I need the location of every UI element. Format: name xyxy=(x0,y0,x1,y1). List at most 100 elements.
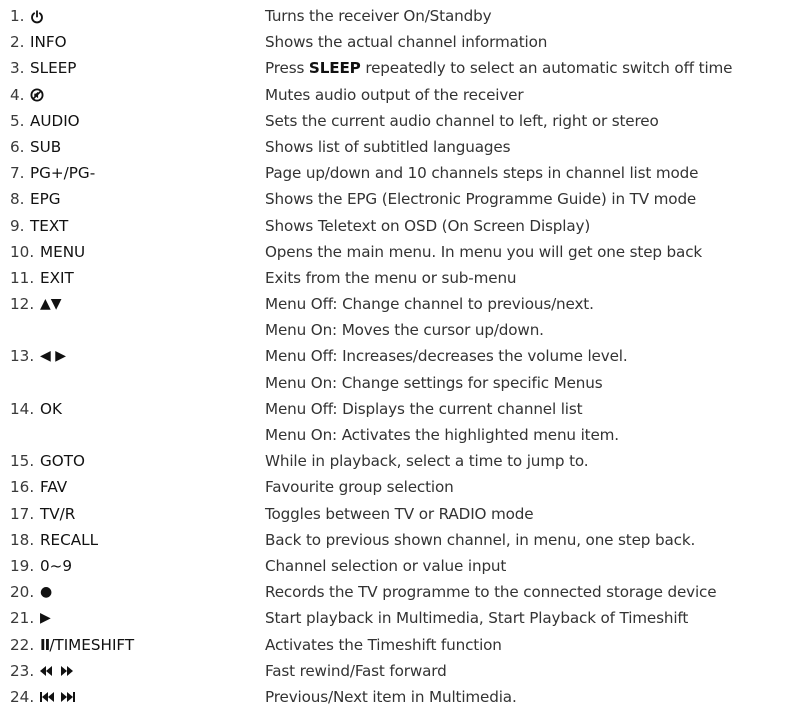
item-number: 5. xyxy=(10,111,25,130)
item-number: 13. xyxy=(10,347,35,366)
item-description: Fast rewind/Fast forward xyxy=(265,661,447,680)
list-item: 24. Previous/Next item in Multimedia. xyxy=(0,684,809,710)
list-item: 23. Fast rewind/Fast forward xyxy=(0,658,809,684)
list-item: Menu On: Moves the cursor up/down. xyxy=(0,317,809,343)
left-right-arrows-icon: ◀ ▶ xyxy=(40,348,66,365)
item-number: 7. xyxy=(10,164,25,183)
item-description: Press SLEEP repeatedly to select an auto… xyxy=(265,59,733,78)
list-item: Menu On: Change settings for specific Me… xyxy=(0,370,809,396)
list-item: 3. SLEEP Press SLEEP repeatedly to selec… xyxy=(0,55,809,81)
prev-next-icon xyxy=(40,684,76,710)
rewind-forward-icon xyxy=(40,658,74,684)
key-label: SLEEP xyxy=(30,59,77,78)
item-number: 2. xyxy=(10,33,25,52)
key-label: 0~9 xyxy=(40,556,73,575)
key-label: PG+/PG- xyxy=(30,164,96,183)
item-description: Records the TV programme to the connecte… xyxy=(265,583,717,602)
item-number: 6. xyxy=(10,137,25,156)
item-number: 16. xyxy=(10,478,35,497)
list-item: 2. INFO Shows the actual channel informa… xyxy=(0,29,809,55)
key-label: GOTO xyxy=(40,452,85,471)
list-item: 17. TV/R Toggles between TV or RADIO mod… xyxy=(0,501,809,527)
list-item: 11. EXIT Exits from the menu or sub-menu xyxy=(0,265,809,291)
list-item: 19. 0~9 Channel selection or value input xyxy=(0,553,809,579)
item-description: Toggles between TV or RADIO mode xyxy=(265,504,534,523)
record-icon: ● xyxy=(40,584,53,601)
item-description: Menu Off: Change channel to previous/nex… xyxy=(265,295,594,314)
item-description: Menu On: Activates the highlighted menu … xyxy=(265,426,619,444)
key-label: TV/R xyxy=(40,504,76,523)
key-label: INFO xyxy=(30,33,67,52)
mute-icon xyxy=(30,82,44,108)
play-icon: ▶ xyxy=(40,610,51,627)
item-number: 20. xyxy=(10,583,35,602)
list-item: 18. RECALL Back to previous shown channe… xyxy=(0,527,809,553)
key-label: MENU xyxy=(40,242,86,261)
item-number: 9. xyxy=(10,216,25,235)
list-item: Menu On: Activates the highlighted menu … xyxy=(0,422,809,448)
item-description: Mutes audio output of the receiver xyxy=(265,85,524,104)
item-number: 17. xyxy=(10,504,35,523)
up-down-arrows-icon: ▲▼ xyxy=(40,296,62,313)
item-description: Shows the EPG (Electronic Programme Guid… xyxy=(265,190,697,209)
key-label: SUB xyxy=(30,137,62,156)
key-label: TEXT xyxy=(30,216,69,235)
item-description: Channel selection or value input xyxy=(265,556,507,575)
item-number: 11. xyxy=(10,268,35,287)
key-label: FAV xyxy=(40,478,68,497)
item-description: Shows list of subtitled languages xyxy=(265,137,511,156)
list-item: 4. Mutes audio output of the receiver xyxy=(0,82,809,108)
list-item: 22. II/TIMESHIFT Activates the Timeshift… xyxy=(0,632,809,658)
key-label: OK xyxy=(40,399,62,418)
item-description: Start playback in Multimedia, Start Play… xyxy=(265,609,689,628)
remote-key-list: 1. Turns the receiver On/Standby 2. INFO… xyxy=(0,0,809,710)
list-item: 12. ▲▼ Menu Off: Change channel to previ… xyxy=(0,291,809,317)
list-item: 5. AUDIO Sets the current audio channel … xyxy=(0,108,809,134)
list-item: 16. FAV Favourite group selection xyxy=(0,474,809,500)
key-label: EXIT xyxy=(40,268,74,287)
item-description: Opens the main menu. In menu you will ge… xyxy=(265,242,703,261)
item-description: Menu On: Moves the cursor up/down. xyxy=(265,321,544,340)
item-number: 21. xyxy=(10,609,35,628)
item-number: 24. xyxy=(10,687,35,706)
item-description: Previous/Next item in Multimedia. xyxy=(265,687,517,706)
list-item: 10. MENU Opens the main menu. In menu yo… xyxy=(0,239,809,265)
item-description: Shows the actual channel information xyxy=(265,33,548,52)
item-description: Menu Off: Increases/decreases the volume… xyxy=(265,347,628,366)
item-number: 18. xyxy=(10,530,35,549)
item-number: 14. xyxy=(10,399,35,418)
item-description: Exits from the menu or sub-menu xyxy=(265,268,517,287)
item-description: Turns the receiver On/Standby xyxy=(265,7,492,25)
item-description: While in playback, select a time to jump… xyxy=(265,452,589,471)
list-item: 8. EPG Shows the EPG (Electronic Program… xyxy=(0,186,809,212)
list-item: 21. ▶ Start playback in Multimedia, Star… xyxy=(0,605,809,631)
key-label: AUDIO xyxy=(30,111,80,130)
list-item: 13. ◀ ▶ Menu Off: Increases/decreases th… xyxy=(0,343,809,369)
item-number: 3. xyxy=(10,59,25,78)
pause-icon: II xyxy=(40,635,50,654)
item-number: 12. xyxy=(10,295,35,314)
list-item: 7. PG+/PG- Page up/down and 10 channels … xyxy=(0,160,809,186)
item-description: Back to previous shown channel, in menu,… xyxy=(265,530,696,549)
list-item: 15. GOTO While in playback, select a tim… xyxy=(0,448,809,474)
item-number: 15. xyxy=(10,452,35,471)
item-number: 23. xyxy=(10,661,35,680)
item-number: 4. xyxy=(10,85,25,104)
list-item: 1. Turns the receiver On/Standby xyxy=(0,3,809,29)
item-description: Favourite group selection xyxy=(265,478,454,497)
item-number: 19. xyxy=(10,556,35,575)
item-description: Sets the current audio channel to left, … xyxy=(265,111,659,130)
list-item: 9. TEXT Shows Teletext on OSD (On Screen… xyxy=(0,213,809,239)
item-number: 22. xyxy=(10,635,35,654)
item-description: Page up/down and 10 channels steps in ch… xyxy=(265,164,699,183)
list-item: 20. ● Records the TV programme to the co… xyxy=(0,579,809,605)
item-number: 8. xyxy=(10,190,25,209)
power-icon xyxy=(30,3,44,29)
item-description: Shows Teletext on OSD (On Screen Display… xyxy=(265,216,591,235)
item-number: 10. xyxy=(10,242,35,261)
item-description: Activates the Timeshift function xyxy=(265,635,502,654)
key-label: II/TIMESHIFT xyxy=(40,635,135,654)
item-description: Menu Off: Displays the current channel l… xyxy=(265,399,583,418)
list-item: 6. SUB Shows list of subtitled languages xyxy=(0,134,809,160)
key-label: EPG xyxy=(30,190,61,209)
